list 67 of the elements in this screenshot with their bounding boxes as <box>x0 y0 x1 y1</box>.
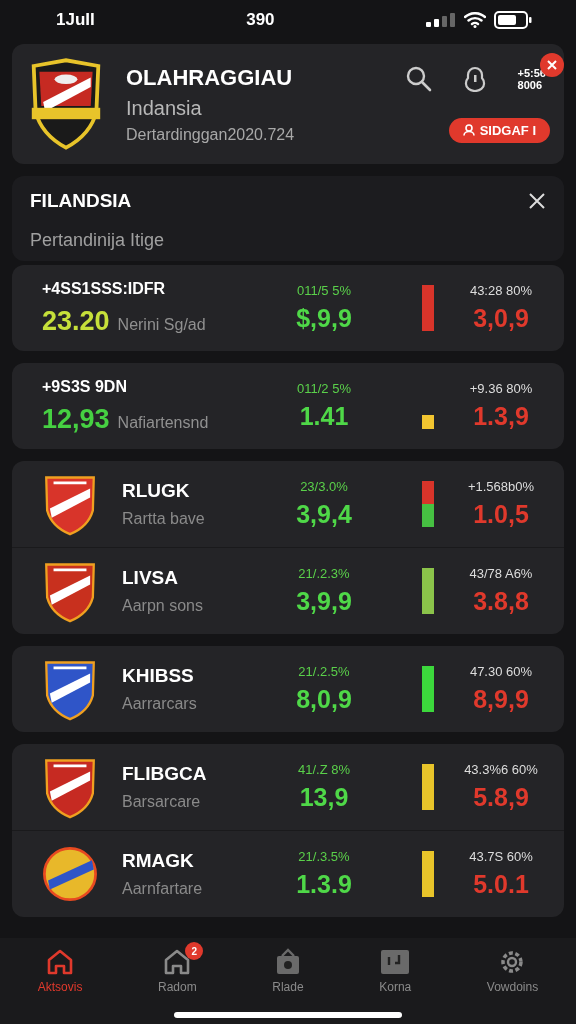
change-percent: 21/.2.5% <box>298 664 350 679</box>
odds-value: 13,9 <box>299 783 349 812</box>
odds-value: $,9,9 <box>296 304 352 333</box>
board-icon <box>380 948 411 976</box>
stat-label: +9S3S 9DN <box>42 377 128 396</box>
home-icon <box>46 948 75 976</box>
change-percent: +1.568b0% <box>467 479 535 494</box>
team-subtitle: Barsarcare <box>122 793 202 811</box>
team-subtitle: Aarpn sons <box>122 597 204 615</box>
odds-value: 1.0,5 <box>473 500 529 529</box>
stat-value: 23.20 <box>42 305 110 337</box>
odds-value: 5.8,9 <box>473 783 529 812</box>
nav-tab[interactable]: Rlade <box>266 946 310 996</box>
team-name: RMAGK <box>122 850 195 872</box>
change-percent: 47.30 60% <box>469 664 533 679</box>
change-percent: 21/.2.3% <box>298 566 350 581</box>
odds-value: 1.3,9 <box>473 402 529 431</box>
odds-value: 8,9,9 <box>473 685 529 714</box>
team-subtitle: Aarnfartare <box>122 880 204 898</box>
stat-note: Nerini Sg/ad <box>117 315 206 334</box>
odds-value: 5.0.1 <box>473 870 529 899</box>
nav-tab[interactable]: Korna <box>373 946 418 996</box>
odds-value: 3.8,8 <box>473 587 529 616</box>
wifi-icon <box>464 12 486 28</box>
clock-time: 390 <box>246 10 275 30</box>
team-subtitle: Aarrarcars <box>122 695 198 713</box>
stat-label: +4SS1SSS:IDFR <box>42 279 167 298</box>
stat-value: 12,93 <box>42 403 110 435</box>
notification-badge: 2 <box>185 942 204 960</box>
team-name: FLIBGCA <box>122 763 208 785</box>
country-text: Indansia <box>126 96 203 120</box>
section-subtitle: Pertandinija Itige <box>30 230 166 251</box>
change-percent: 43.7S 60% <box>469 849 533 864</box>
odds-value: 3,9,9 <box>296 587 352 616</box>
person-icon <box>462 124 475 136</box>
change-percent: 23/3.0% <box>300 479 348 494</box>
team-name: LIVSA <box>122 567 179 589</box>
change-percent: 43:28 80% <box>469 283 533 298</box>
team-subtitle: Rartta bave <box>122 510 206 528</box>
change-percent: 011/5 5% <box>297 283 351 298</box>
odds-value: 1.3.9 <box>296 870 352 899</box>
house-icon <box>163 948 192 976</box>
section-title: FILANDSIA <box>30 190 132 212</box>
change-percent: 41/.Z 8% <box>298 762 350 777</box>
signal-icon <box>426 13 456 27</box>
team-name: KHIBSS <box>122 665 195 687</box>
change-percent: 43.3%6 60% <box>464 762 538 777</box>
odds-value: 3,0,9 <box>473 304 529 333</box>
search-icon[interactable] <box>405 65 432 92</box>
odds-value: 1.41 <box>299 402 349 431</box>
battery-icon <box>494 11 532 29</box>
nav-tab[interactable]: Aktsovis <box>31 946 89 996</box>
odds-value: 3,9,4 <box>296 500 352 529</box>
match-date-text: Dertardinggan2020.724 <box>126 125 296 144</box>
team-name: RLUGK <box>122 480 191 502</box>
carrier-text: 1JuII <box>56 10 95 30</box>
odds-value: 8,0,9 <box>296 685 352 714</box>
close-icon[interactable] <box>528 192 546 210</box>
change-percent: 43/78 A6% <box>469 566 533 581</box>
stat-note: Nafiartensnd <box>117 413 209 432</box>
action-button[interactable]: SIDGAF I <box>448 117 550 143</box>
app-title: OLAHRAGGIAU <box>126 64 294 91</box>
change-percent: +9.36 80% <box>469 381 533 396</box>
change-percent: 21/.3.5% <box>298 849 350 864</box>
change-percent: 011/2 5% <box>297 381 351 396</box>
score-text: 8006 <box>517 78 544 91</box>
nav-tab[interactable]: Vowdoins <box>480 946 545 996</box>
